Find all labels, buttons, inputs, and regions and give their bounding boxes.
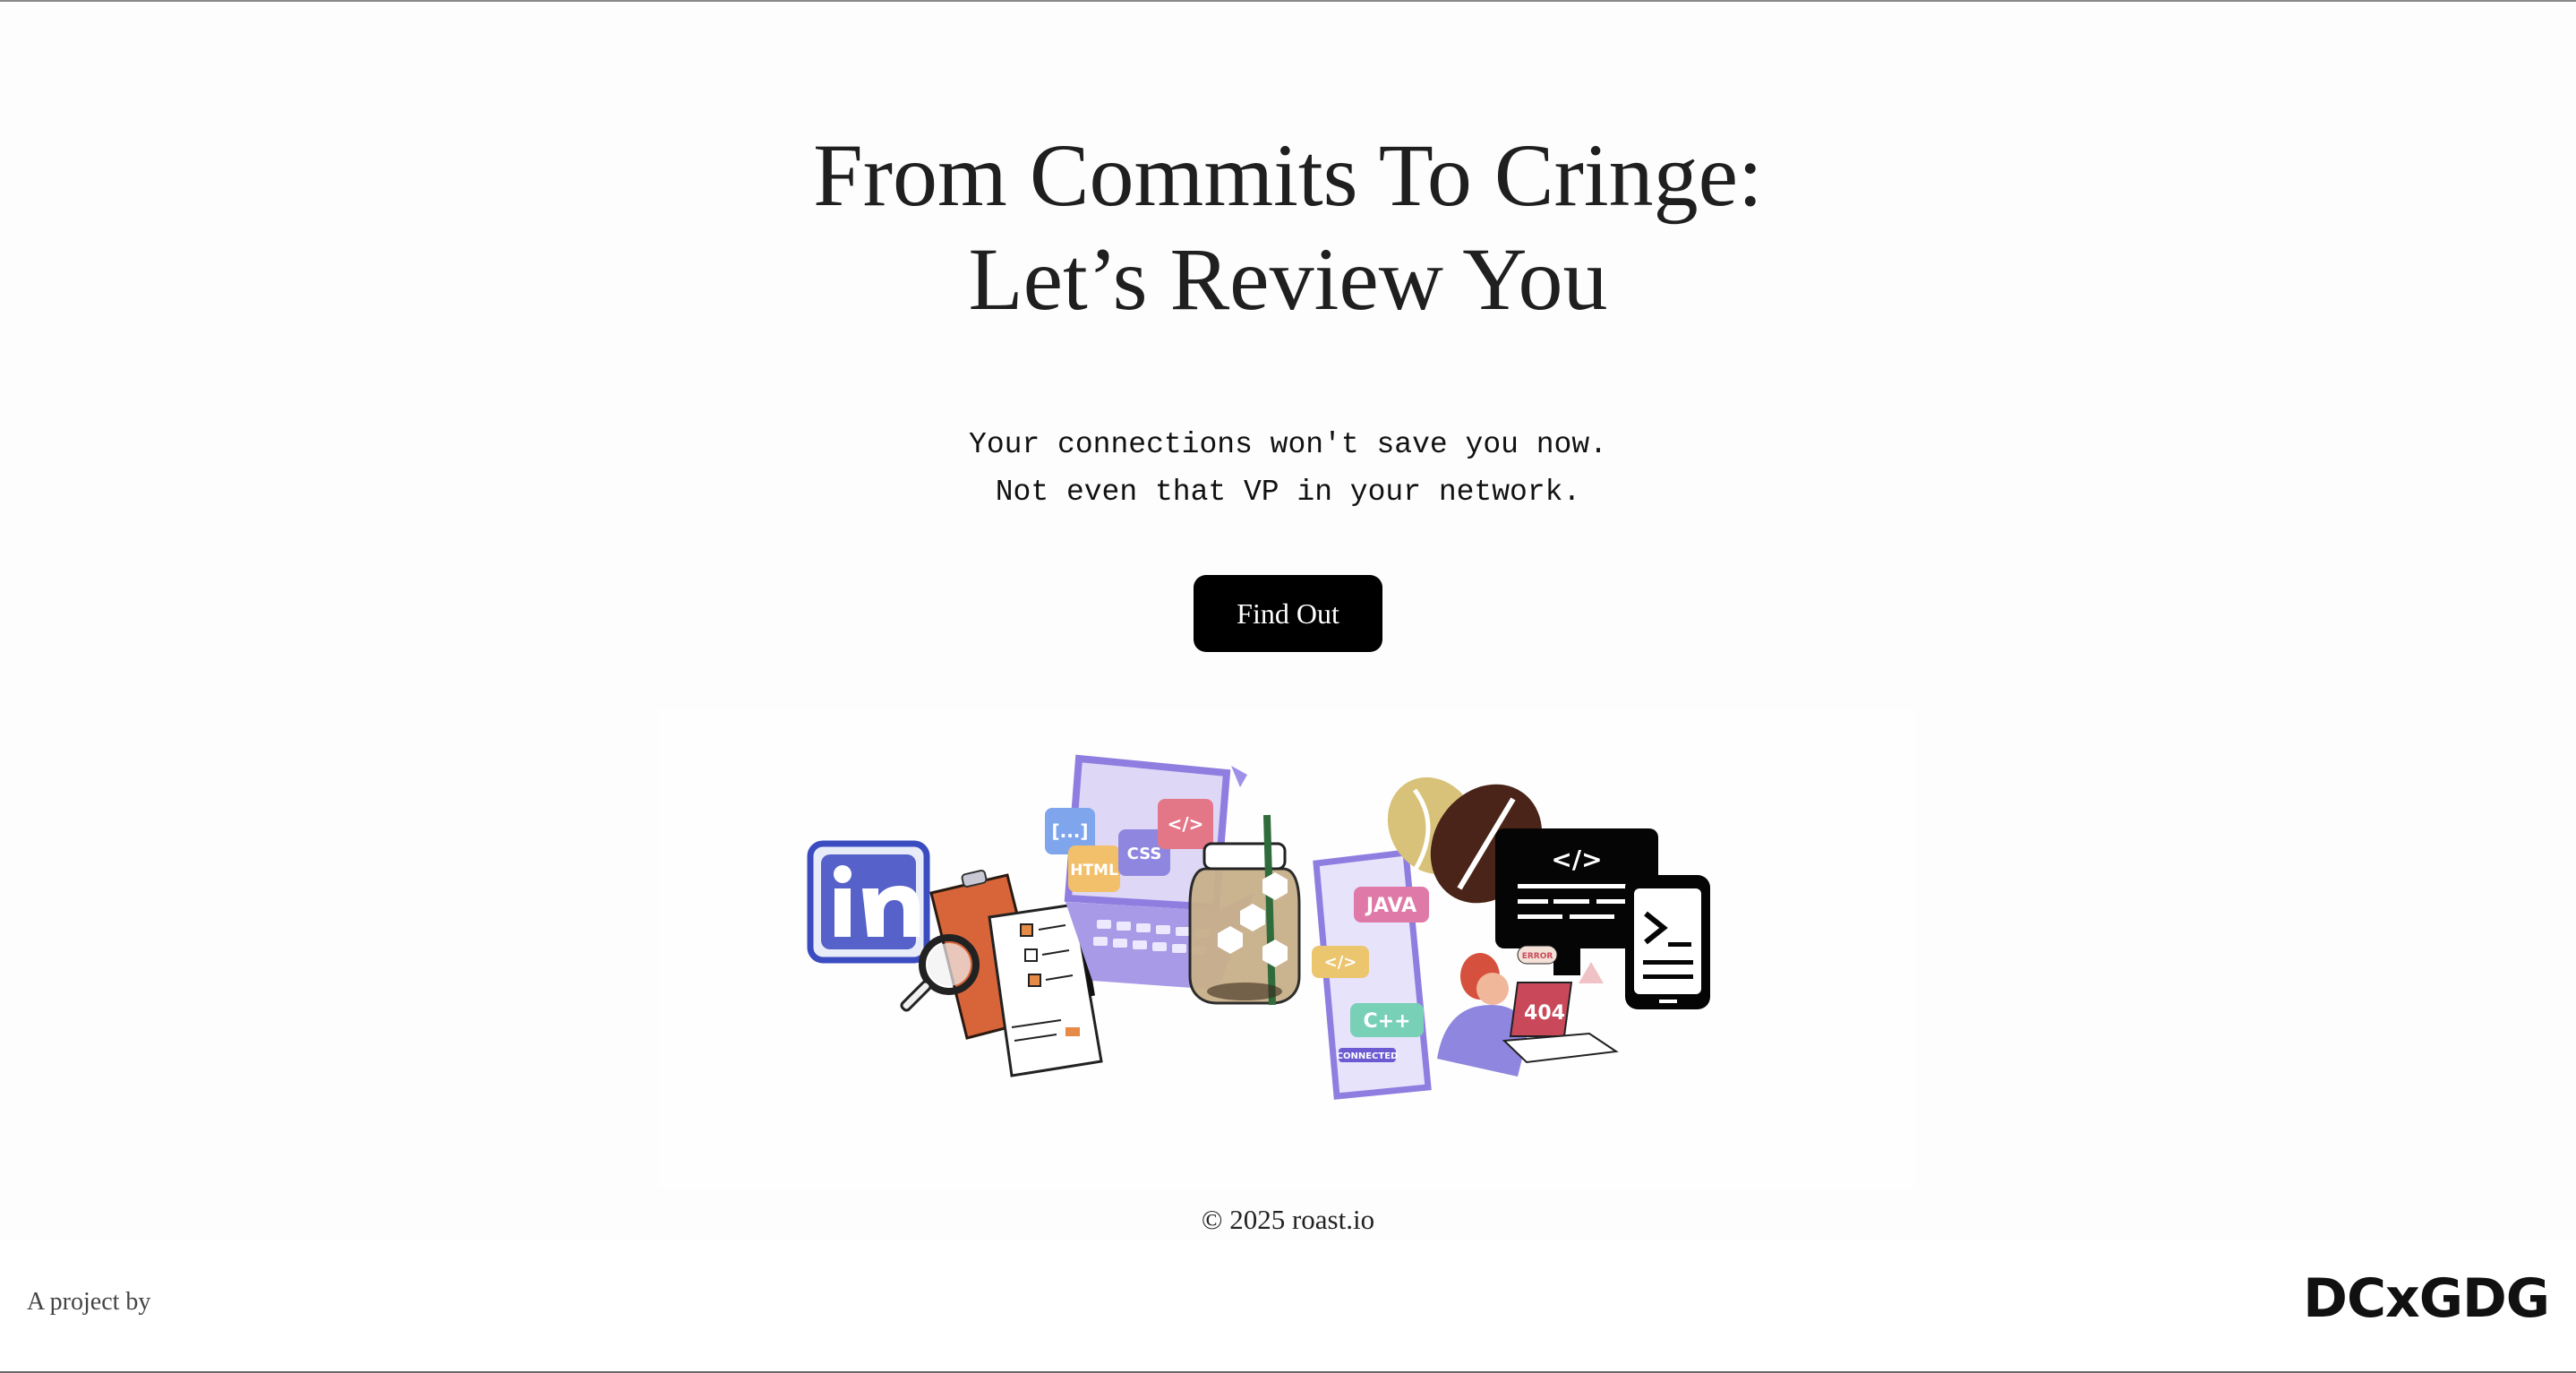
linkedin-icon <box>807 840 930 964</box>
hero-title: From Commits To Cringe: Let’s Review You <box>0 124 2576 331</box>
find-out-button[interactable]: Find Out <box>1194 575 1382 652</box>
connected-badge-label: CONNECTED <box>1337 1051 1399 1061</box>
hero-illustration: [...] HTML CSS </> JAVA </> C++ CONNECTE… <box>658 709 1916 1189</box>
code-tag-badge-label: </> <box>1168 813 1204 835</box>
brackets-badge-label: [...] <box>1051 820 1088 842</box>
hero-title-line-2: Let’s Review You <box>968 229 1608 329</box>
project-by-label: A project by <box>27 1288 151 1316</box>
dcxgdg-logo: DCxGDG <box>2303 1267 2550 1330</box>
java-badge-label: JAVA <box>1365 895 1416 917</box>
hero-subtitle-line-1: Your connections won't save you now. <box>969 428 1607 461</box>
developer-person-icon: 404 ERROR <box>1437 945 1619 1077</box>
top-border <box>0 0 2576 2</box>
code-tag-small-label: </> <box>1324 953 1357 972</box>
hero-title-line-1: From Commits To Cringe: <box>813 125 1763 225</box>
copyright-text: © 2025 roast.io <box>1201 1204 1375 1235</box>
css-badge-label: CSS <box>1127 845 1162 863</box>
hero-subtitle: Your connections won't save you now. Not… <box>0 421 2576 516</box>
terminal-phone-icon <box>1625 875 1710 1009</box>
cpp-badge-label: C++ <box>1363 1010 1410 1033</box>
html-badge-label: HTML <box>1070 862 1118 880</box>
hero-subtitle-line-2: Not even that VP in your network. <box>995 476 1581 509</box>
developer-collage-image: [...] HTML CSS </> JAVA </> C++ CONNECTE… <box>807 754 1710 1100</box>
phone-languages-icon: JAVA </> C++ CONNECTED <box>1312 849 1432 1100</box>
footer: A project by DCxGDG <box>0 1240 2576 1371</box>
monitor-code-label: </> <box>1551 845 1602 874</box>
error-404-label: 404 <box>1524 1002 1565 1025</box>
error-bubble-label: ERROR <box>1522 952 1553 961</box>
